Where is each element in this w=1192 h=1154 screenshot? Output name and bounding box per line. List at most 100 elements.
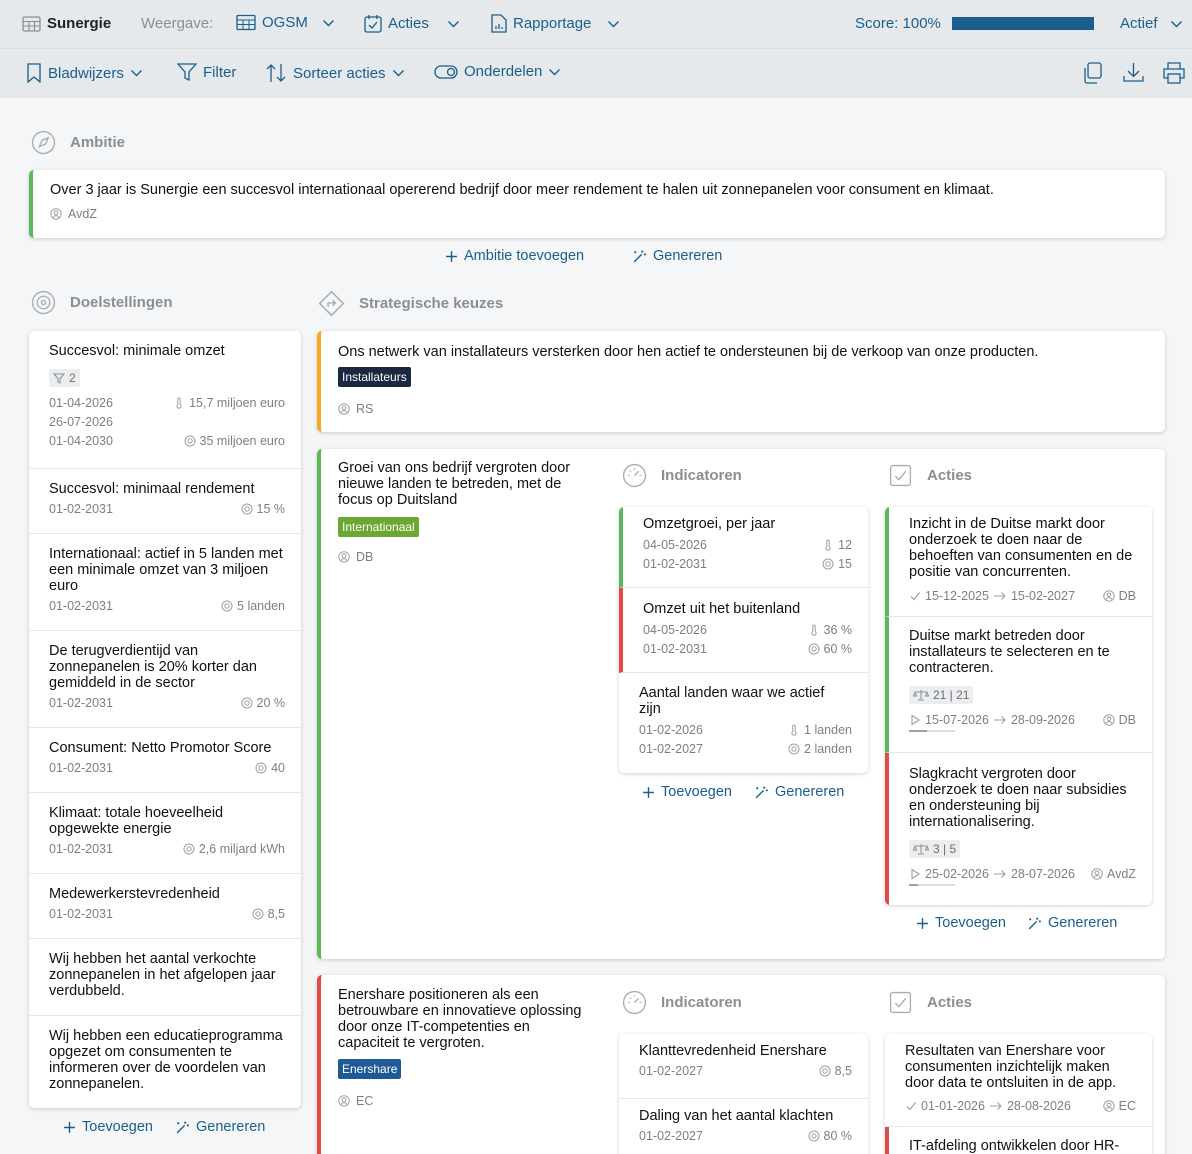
plus-icon	[916, 917, 929, 930]
ambition-card[interactable]: Over 3 jaar is Sunergie een succesvol in…	[29, 170, 1165, 238]
target-value: 15 %	[256, 502, 286, 516]
parts-button[interactable]: Onderdelen	[434, 63, 561, 80]
list-item[interactable]: Klimaat: totale hoeveelheid opgewekte en…	[29, 793, 301, 874]
generate-label: Genereren	[653, 248, 723, 264]
progress-bar	[909, 884, 955, 886]
list-item[interactable]: Internationaal: actief in 5 landen met e…	[29, 534, 301, 631]
user-icon	[1103, 590, 1115, 602]
score-bar-fill	[953, 18, 1093, 29]
list-item[interactable]: Klanttevredenheid Enershare 01-02-2027 8,…	[619, 1034, 868, 1099]
date: 26-07-2026	[49, 415, 113, 429]
strategy-text[interactable]: Groei van ons bedrijf vergroten door nie…	[338, 460, 588, 508]
list-item[interactable]: Succesvol: minimaal rendement 01-02-2031…	[29, 469, 301, 534]
list-item[interactable]: IT-afdeling ontwikkelen door HR-	[885, 1127, 1152, 1154]
objectives-list: Succesvol: minimale omzet 2 01-04-2026 15…	[29, 331, 301, 1108]
owner-label: DB	[1118, 713, 1136, 727]
generate-action-button[interactable]: Genereren	[1027, 915, 1117, 931]
generate-objective-button[interactable]: Genereren	[175, 1119, 265, 1135]
start-date: 15-07-2026	[925, 713, 989, 727]
gauge-icon	[622, 463, 647, 488]
view-acties-label: Acties	[388, 15, 429, 32]
view-rapportage[interactable]: Rapportage	[491, 14, 620, 33]
view-acties[interactable]: Acties	[364, 14, 460, 33]
add-action-button[interactable]: Toevoegen	[916, 915, 1006, 931]
progress-fill	[909, 884, 919, 886]
action-title: Slagkracht vergroten door onderzoek te d…	[909, 766, 1127, 830]
strategy-text[interactable]: Enershare positioneren als een betrouwba…	[338, 987, 593, 1051]
print-icon[interactable]	[1162, 62, 1186, 84]
grid-icon	[22, 15, 41, 32]
owner-label: EC	[356, 1094, 374, 1108]
table-icon	[236, 14, 256, 31]
sort-button[interactable]: Sorteer acties	[265, 63, 405, 83]
objective-title: Consument: Netto Promotor Score	[49, 740, 272, 756]
toolbar: Bladwijzers Filter Sorteer acties Onderd…	[0, 49, 1192, 98]
action-title: Duitse markt betreden door installateurs…	[909, 628, 1110, 676]
generate-label: Genereren	[1048, 915, 1118, 931]
end-date: 15-02-2027	[1010, 589, 1075, 603]
date: 01-02-2031	[643, 557, 707, 571]
strategy-card[interactable]: Ons netwerk van installateurs versterken…	[317, 331, 1165, 432]
target-value: 40	[271, 761, 285, 775]
target-value: 20 %	[256, 696, 286, 710]
indicator-title: Daling van het aantal klachten	[639, 1108, 834, 1124]
target-icon	[808, 1130, 820, 1142]
owner: EC	[338, 1094, 373, 1108]
list-item[interactable]: Wij hebben een educatieprogramma opgezet…	[29, 1016, 301, 1108]
target-icon	[788, 743, 800, 755]
action-title: IT-afdeling ontwikkelen door HR-	[909, 1138, 1120, 1154]
list-item[interactable]: Omzetgroei, per jaar 04-05-2026 12 01-02-…	[619, 507, 868, 588]
download-icon[interactable]	[1123, 62, 1144, 83]
progress-fill	[909, 730, 928, 732]
date: 01-02-2026	[639, 723, 703, 737]
arrow-right-icon	[993, 591, 1007, 601]
list-item[interactable]: Consument: Netto Promotor Score 01-02-20…	[29, 728, 301, 793]
date: 01-02-2031	[49, 599, 113, 613]
copy-icon[interactable]	[1082, 62, 1103, 84]
current-value: 15,7 miljoen euro	[189, 396, 285, 410]
target-icon	[822, 558, 834, 570]
list-item[interactable]: Duitse markt betreden door installateurs…	[885, 617, 1152, 753]
filter-button[interactable]: Filter	[177, 63, 236, 81]
target-icon	[31, 290, 56, 315]
list-item[interactable]: Medewerkerstevredenheid 01-02-2031 8,5	[29, 874, 301, 939]
list-item[interactable]: Wij hebben het aantal verkochte zonnepan…	[29, 939, 301, 1016]
add-label: Toevoegen	[935, 915, 1006, 931]
generate-indicator-button[interactable]: Genereren	[754, 784, 844, 800]
strategy-card: Enershare positioneren als een betrouwba…	[317, 975, 1165, 1154]
view-ogsm[interactable]: OGSM	[236, 14, 335, 31]
plus-icon	[642, 786, 655, 799]
indicators-heading-label: Indicatoren	[661, 994, 742, 1011]
list-item[interactable]: Aantal landen waar we actief zijn 01-02-…	[619, 673, 868, 773]
generate-ambition-button[interactable]: Genereren	[632, 248, 722, 264]
toggle-icon	[434, 64, 458, 79]
compass-icon	[31, 130, 56, 155]
status-dropdown[interactable]: Actief	[1120, 15, 1183, 32]
thermometer-icon	[808, 624, 820, 636]
add-indicator-button[interactable]: Toevoegen	[642, 784, 732, 800]
sort-label: Sorteer acties	[293, 64, 386, 82]
list-item[interactable]: Slagkracht vergroten door onderzoek te d…	[885, 753, 1152, 905]
list-item[interactable]: De terugverdientijd van zonnepanelen is …	[29, 631, 301, 728]
chip-count: 2	[69, 371, 76, 385]
user-icon	[338, 551, 350, 563]
list-item[interactable]: Succesvol: minimale omzet 2 01-04-2026 15…	[29, 331, 301, 469]
indicators-heading: Indicatoren	[622, 990, 742, 1015]
list-item[interactable]: Inzicht in de Duitse markt door onderzoe…	[885, 507, 1152, 617]
bookmarks-label: Bladwijzers	[48, 64, 124, 82]
add-ambition-button[interactable]: Ambitie toevoegen	[445, 248, 584, 264]
top-bar: Sunergie Weergave: OGSM Acties Rapportag…	[0, 0, 1192, 49]
add-objective-button[interactable]: Toevoegen	[63, 1119, 153, 1135]
bookmarks-button[interactable]: Bladwijzers	[26, 63, 143, 83]
list-item[interactable]: Daling van het aantal klachten 01-02-202…	[619, 1099, 868, 1154]
user-icon	[338, 403, 350, 415]
list-item[interactable]: Resultaten van Enershare voor consumente…	[885, 1034, 1152, 1127]
chip-count: 21 | 21	[933, 688, 970, 702]
user-icon	[1103, 714, 1115, 726]
actions-heading-label: Acties	[927, 994, 973, 1011]
chevron-down-icon	[447, 20, 460, 28]
target-icon	[808, 643, 820, 655]
target-icon	[241, 503, 253, 515]
date: 01-02-2027	[639, 742, 703, 756]
list-item[interactable]: Omzet uit het buitenland 04-05-2026 36 % …	[619, 588, 868, 673]
